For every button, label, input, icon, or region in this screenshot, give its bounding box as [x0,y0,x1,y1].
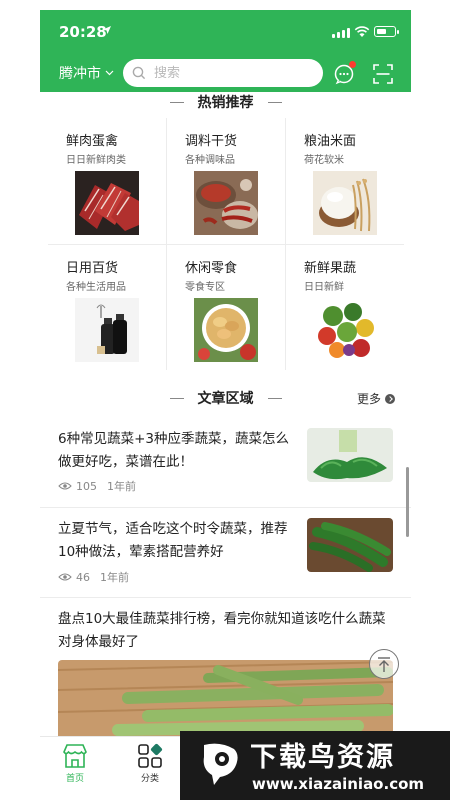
article-meta: 105 1年前 [58,478,136,494]
article-title: 盘点10大最佳蔬菜排行榜，看完你就知道该吃什么蔬菜对身体最好了 [58,611,386,650]
category-desc: 荷花软米 [304,155,344,166]
article-section-label: 文章区域 [197,391,254,407]
title-divider-right [267,397,282,399]
eye-icon [58,482,72,490]
category-meat[interactable]: 鲜肉蛋禽 日日新鲜肉类 [48,118,166,244]
category-desc: 日日新鲜肉类 [66,155,126,166]
status-bar: 20:28 [40,10,411,50]
article-item[interactable]: 立夏节气，适合吃这个时令蔬菜，推荐10种做法，荤素搭配营养好 46 1年前 [40,508,411,596]
article-section-title: 文章区域 [40,388,411,408]
category-daily-goods[interactable]: 日用百货 各种生活用品 [48,245,166,371]
category-desc: 零食专区 [185,282,225,293]
bird-logo-icon [203,743,238,785]
article-thumbnail [307,518,393,572]
category-grid-icon [138,743,163,768]
meat-image [75,171,139,235]
category-name: 新鲜果蔬 [304,261,357,276]
hot-section-label: 热销推荐 [197,95,254,111]
back-to-top-button[interactable] [369,649,399,679]
arrow-up-icon [378,657,390,672]
category-fruits-veg[interactable]: 新鲜果蔬 日日新鲜 [286,245,404,371]
category-desc: 各种调味品 [185,155,235,166]
category-name: 鲜肉蛋禽 [66,134,119,149]
wifi-icon [354,26,370,37]
snacks-image [194,298,258,362]
notification-badge [349,61,356,68]
title-divider-left [169,397,184,399]
article-item[interactable]: 盘点10大最佳蔬菜排行榜，看完你就知道该吃什么蔬菜对身体最好了 [40,598,411,736]
watermark-banner: 下载鸟资源 www.xiazainiao.com [180,731,450,800]
search-input[interactable] [152,64,306,82]
category-snacks[interactable]: 休闲零食 零食专区 [167,245,285,371]
article-cover-image [58,660,393,736]
eye-icon [58,573,72,581]
category-seasoning[interactable]: 调料干货 各种调味品 [167,118,285,244]
article-views: 105 [76,479,97,493]
article-title: 6种常见蔬菜+3种应季蔬菜，蔬菜怎么做更好吃，菜谱在此！ [58,431,289,470]
location-arrow-icon [103,26,111,34]
chevron-down-icon [105,70,114,76]
store-icon [63,744,87,768]
title-divider-right [267,101,282,103]
category-name: 粮油米面 [304,134,357,149]
rice-image [313,171,377,235]
category-name: 日用百货 [66,261,119,276]
category-grain-oil[interactable]: 粮油米面 荷花软米 [286,118,404,244]
more-articles-link[interactable]: 更多 [357,390,396,407]
scan-icon[interactable] [373,64,393,84]
battery-icon [374,26,399,37]
article-item[interactable]: 6种常见蔬菜+3种应季蔬菜，蔬菜怎么做更好吃，菜谱在此！ 105 1年前 [40,418,411,506]
search-bar[interactable] [123,59,323,87]
watermark-title: 下载鸟资源 [250,742,395,773]
tab-label: 分类 [140,774,159,784]
category-desc: 各种生活用品 [66,282,126,293]
article-time: 1年前 [107,480,136,493]
chevron-right-circle-icon [385,393,396,404]
category-name: 调料干货 [185,134,238,149]
cellular-signal-icon [332,28,350,38]
title-divider-left [169,101,184,103]
category-desc: 日日新鲜 [304,282,344,293]
daily-goods-image [75,298,139,362]
tab-home[interactable]: 首页 [45,737,105,801]
app-header: 20:28 腾冲市 [40,10,411,92]
scrollbar[interactable] [406,467,409,537]
tab-category[interactable]: 分类 [120,737,180,801]
article-views: 46 [76,570,90,584]
city-selector[interactable]: 腾冲市 [59,63,114,83]
fruits-veg-image [313,298,377,362]
article-title: 立夏节气，适合吃这个时令蔬菜，推荐10种做法，荤素搭配营养好 [58,521,288,560]
tab-label: 首页 [65,774,84,784]
hot-section-title: 热销推荐 [40,92,411,112]
article-time: 1年前 [100,571,129,584]
category-grid: 鲜肉蛋禽 日日新鲜肉类 调料干货 各种调味品 粮油米面 荷花软米 日用百货 各种… [48,118,404,370]
city-label: 腾冲市 [59,66,101,82]
watermark-url: www.xiazainiao.com [252,775,425,793]
search-icon [132,66,146,80]
more-label: 更多 [357,392,382,406]
seasoning-image [194,171,258,235]
article-thumbnail [307,428,393,482]
status-time: 20:28 [59,23,107,41]
category-name: 休闲零食 [185,261,238,276]
article-meta: 46 1年前 [58,569,129,585]
